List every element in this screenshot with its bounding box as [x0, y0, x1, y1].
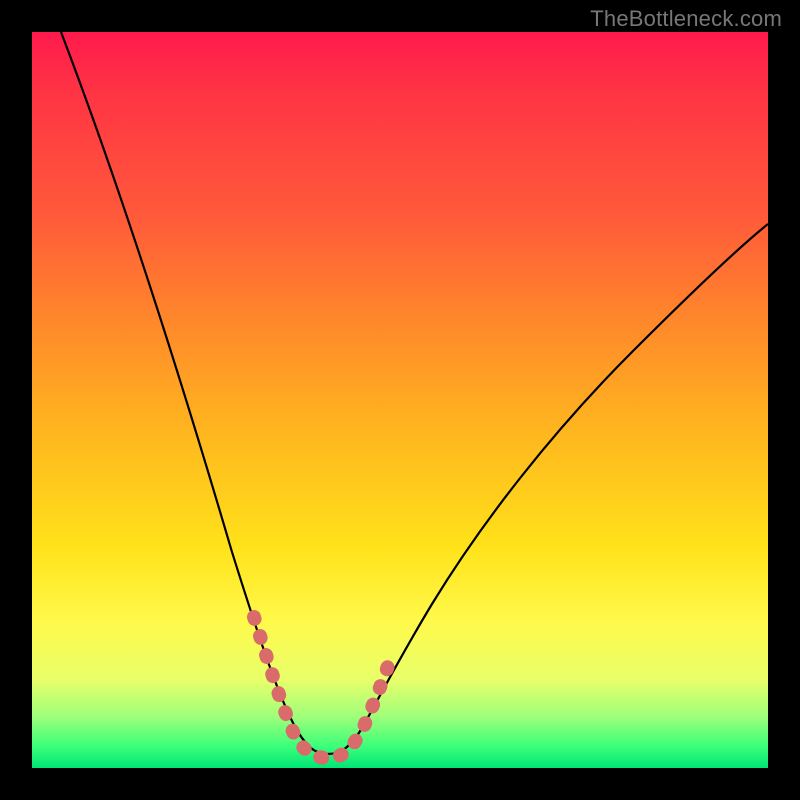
plot-area — [32, 32, 768, 768]
chart-frame: TheBottleneck.com — [0, 0, 800, 800]
bottleneck-curve — [61, 32, 768, 754]
highlighted-bottleneck-region — [254, 617, 388, 758]
curve-layer — [32, 32, 768, 768]
watermark-text: TheBottleneck.com — [590, 6, 782, 32]
